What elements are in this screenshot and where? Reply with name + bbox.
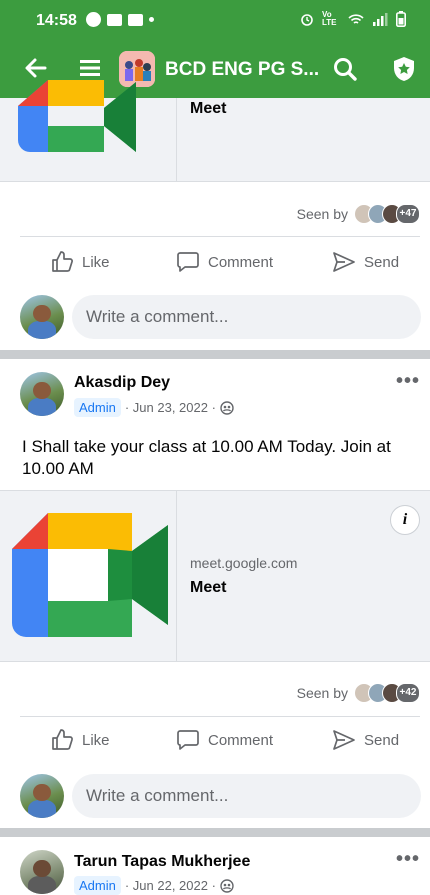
link-domain: meet.google.com bbox=[190, 555, 298, 571]
wifi-icon bbox=[348, 13, 364, 24]
send-arrow-icon bbox=[333, 252, 355, 272]
post-text: I Shall take your class at 10.00 AM Toda… bbox=[22, 437, 391, 478]
like-thumb-icon bbox=[52, 729, 73, 750]
author-avatar[interactable] bbox=[20, 372, 64, 416]
google-meet-logo bbox=[12, 513, 168, 637]
google-meet-logo bbox=[18, 80, 136, 152]
group-audience-icon bbox=[220, 878, 234, 893]
my-avatar[interactable] bbox=[20, 774, 64, 818]
search-icon[interactable] bbox=[332, 56, 358, 82]
seen-avatars: +47 bbox=[354, 204, 420, 224]
seen-avatars: +42 bbox=[354, 683, 420, 703]
comment-label: Comment bbox=[208, 253, 274, 271]
admin-badge: Admin bbox=[74, 876, 121, 895]
comment-input[interactable]: Write a comment... bbox=[72, 295, 421, 339]
send-label: Send bbox=[364, 253, 400, 271]
preview-divider bbox=[176, 491, 177, 661]
like-label: Like bbox=[82, 253, 110, 271]
more-notifications-dot-icon bbox=[149, 17, 154, 22]
system-icons: Vo LTE bbox=[300, 11, 406, 27]
seen-by-indicator[interactable]: Seen by +47 bbox=[297, 204, 420, 224]
status-bar: 14:58 Vo LTE bbox=[0, 0, 430, 40]
info-icon[interactable]: i bbox=[390, 505, 420, 535]
comment-button[interactable]: Comment bbox=[176, 728, 273, 752]
comment-button[interactable]: Comment bbox=[176, 250, 273, 274]
messenger-notification-icon bbox=[86, 12, 101, 27]
like-label: Like bbox=[82, 731, 110, 749]
seen-count: +47 bbox=[396, 204, 420, 224]
like-button[interactable]: Like bbox=[50, 728, 110, 752]
battery-icon bbox=[396, 11, 406, 27]
link-title[interactable]: Meet bbox=[190, 100, 226, 118]
post-date[interactable]: · Jun 22, 2022 · bbox=[125, 878, 216, 893]
post-separator bbox=[0, 828, 430, 837]
like-button[interactable]: Like bbox=[50, 250, 110, 274]
like-thumb-icon bbox=[52, 251, 73, 272]
volte-indicator: Vo LTE bbox=[322, 10, 337, 27]
author-name[interactable]: Tarun Tapas Mukherjee bbox=[74, 853, 250, 871]
seen-by-label: Seen by bbox=[296, 685, 348, 701]
youtube-notification-icon bbox=[107, 13, 122, 26]
post-actions: Like Comment Send bbox=[0, 244, 430, 284]
seen-by-indicator[interactable]: Seen by +42 bbox=[297, 683, 420, 703]
my-avatar[interactable] bbox=[20, 295, 64, 339]
seen-by-label: Seen by bbox=[296, 206, 348, 222]
post-meta: Admin · Jun 23, 2022 · bbox=[74, 398, 234, 417]
comment-input[interactable]: Write a comment... bbox=[72, 774, 421, 818]
notification-icons bbox=[86, 12, 154, 27]
signal-icon bbox=[373, 12, 388, 26]
youtube-notification-icon-2 bbox=[128, 13, 143, 26]
group-title[interactable]: BCD ENG PG S... bbox=[165, 59, 319, 81]
more-options-icon[interactable]: ••• bbox=[396, 848, 420, 871]
send-button[interactable]: Send bbox=[332, 250, 399, 274]
group-audience-icon bbox=[220, 400, 234, 415]
preview-divider bbox=[176, 98, 177, 181]
send-arrow-icon bbox=[333, 730, 355, 750]
comment-composer: Write a comment... bbox=[0, 772, 430, 820]
post-meta: Admin · Jun 22, 2022 · bbox=[74, 876, 234, 895]
more-options-icon[interactable]: ••• bbox=[396, 370, 420, 393]
author-avatar[interactable] bbox=[20, 850, 64, 894]
comment-bubble-icon bbox=[177, 252, 199, 272]
post-actions: Like Comment Send bbox=[0, 722, 430, 762]
link-preview-card[interactable]: meet.google.com Meet i bbox=[0, 490, 430, 662]
comment-bubble-icon bbox=[177, 730, 199, 750]
divider bbox=[20, 236, 420, 237]
alarm-icon bbox=[301, 14, 313, 26]
send-button[interactable]: Send bbox=[332, 728, 399, 752]
send-label: Send bbox=[364, 731, 400, 749]
admin-shield-icon[interactable] bbox=[390, 55, 418, 83]
author-name[interactable]: Akasdip Dey bbox=[74, 374, 170, 392]
comment-composer: Write a comment... bbox=[0, 294, 430, 342]
comment-label: Comment bbox=[208, 731, 274, 749]
link-preview-card[interactable]: Meet bbox=[0, 80, 430, 182]
link-title[interactable]: Meet bbox=[190, 579, 226, 597]
status-time: 14:58 bbox=[36, 12, 77, 29]
post-date[interactable]: · Jun 23, 2022 · bbox=[125, 400, 216, 415]
seen-count: +42 bbox=[396, 683, 420, 703]
post-separator bbox=[0, 350, 430, 359]
divider bbox=[20, 716, 420, 717]
admin-badge: Admin bbox=[74, 398, 121, 417]
